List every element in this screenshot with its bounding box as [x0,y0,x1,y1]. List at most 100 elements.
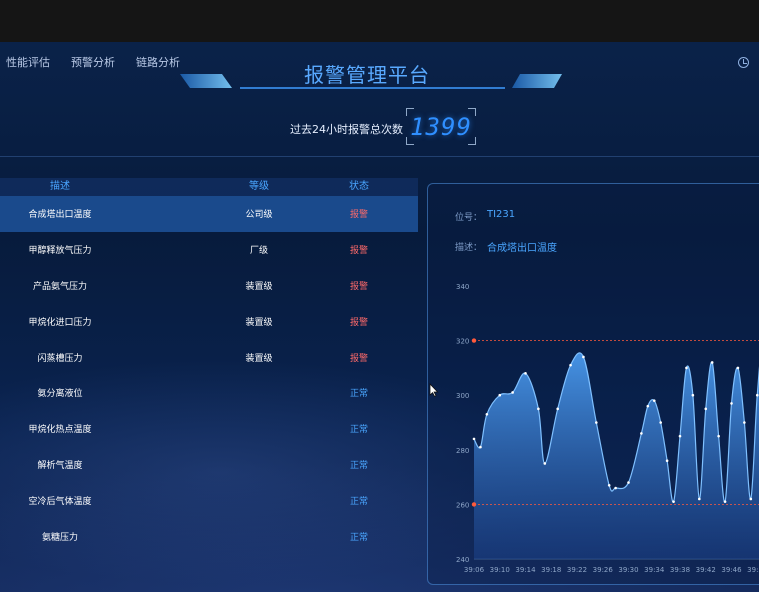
data-point [524,372,527,375]
counter-corner [468,137,476,145]
data-point [472,437,476,441]
table-row[interactable]: 甲烷化热点温度 正常 [0,411,418,447]
detail-panel: 位号： TI231 描述： 合成塔出口温度 340 320 300 280 260 240… [427,183,759,585]
x-tick-label: 39:50 [747,566,759,574]
data-point [743,421,746,424]
data-point [678,434,682,438]
y-tick-label: 260 [456,501,469,509]
row-desc: 氨糖压力 [41,532,78,543]
limit-marker [471,502,477,507]
column-header-status[interactable]: 状态 [334,178,384,196]
section-divider [0,156,759,157]
table-row[interactable]: 甲醇释放气压力 厂级 报警 [0,232,418,268]
row-level: 装置级 [245,317,273,328]
data-point [582,355,585,359]
data-point [614,486,617,490]
data-point [710,361,714,364]
data-point [543,462,547,465]
x-tick-label: 39:30 [618,566,638,574]
row-status-badge: 报警 [349,353,368,364]
series-area [474,353,759,559]
data-point [723,500,727,503]
row-status-badge: 报警 [349,281,368,292]
row-desc: 甲醇释放气压力 [28,246,92,257]
row-status-badge: 正常 [349,425,368,436]
x-tick-label: 39:14 [515,566,536,574]
data-point [627,481,630,484]
row-status-badge: 正常 [349,532,368,543]
data-point [595,421,598,424]
alarm-total-counter: 1399 [406,108,476,145]
counter-corner [406,108,414,116]
data-point [479,445,482,449]
y-tick-label: 340 [456,283,469,291]
data-point [730,402,733,405]
data-point [698,497,701,501]
dashboard-stage: 性能评估 预警分析 链路分析 报警管理平台 过去24小时报警总次数 1399 描… [0,42,759,592]
row-level: 装置级 [245,353,273,364]
counter-corner [468,108,476,116]
y-tick-label: 280 [456,447,469,455]
y-tick-label: 320 [456,338,469,346]
row-status-badge: 正常 [349,496,368,507]
row-status-badge: 报警 [349,246,368,257]
x-tick-label: 39:46 [721,566,742,574]
mouse-cursor-icon [429,383,439,397]
column-header-desc[interactable]: 描述 [0,178,120,196]
row-desc: 甲烷化进口压力 [28,317,92,328]
counter-corner [406,137,414,145]
y-tick-label: 300 [456,392,469,400]
table-row[interactable]: 氨分离液位 正常 [0,375,418,411]
alarm-total-count: 1399 [410,112,472,141]
data-point [685,366,688,370]
table-body: 合成塔出口温度 公司级 报警 甲醇释放气压力 厂级 报警 产品氨气压力 装置级 报警 甲烷化进口压… [0,196,418,554]
data-point [646,404,650,408]
column-header-level[interactable]: 等级 [184,178,334,196]
row-status-badge: 正常 [349,460,368,471]
data-point [556,407,559,411]
data-point [485,413,489,416]
row-desc: 甲烷化热点温度 [28,425,92,436]
table-row[interactable]: 解析气温度 正常 [0,447,418,483]
table-header: 描述 等级 状态 [0,178,418,196]
row-level: 厂级 [249,246,268,257]
table-row[interactable]: 闪蒸槽压力 装置级 报警 [0,339,418,375]
row-desc: 合成塔出口温度 [28,210,92,221]
data-point [749,497,753,501]
browser-topbar [0,0,759,42]
row-desc: 解析气温度 [37,460,83,471]
data-point [704,407,708,411]
alarm-total-label: 过去24小时报警总次数 [290,123,403,136]
row-level: 公司级 [245,210,273,221]
data-point [717,434,720,438]
row-desc: 空冷后气体温度 [28,496,92,507]
x-tick-label: 39:18 [541,566,561,574]
x-tick-label: 39:10 [490,566,510,574]
row-desc: 氨分离液位 [37,389,83,400]
table-row[interactable]: 甲烷化进口压力 装置级 报警 [0,303,418,339]
data-point [659,421,662,424]
data-point [755,393,759,397]
row-desc: 闪蒸槽压力 [37,353,83,364]
x-tick-label: 39:26 [593,566,614,574]
table-row[interactable]: 氨糖压力 正常 [0,518,418,554]
table-row[interactable]: 产品氨气压力 装置级 报警 [0,268,418,304]
data-point [511,391,514,394]
x-tick-label: 39:06 [464,566,485,574]
table-row[interactable]: 合成塔出口温度 公司级 报警 [0,196,418,232]
y-tick-label: 240 [456,556,469,564]
data-point [498,393,502,397]
data-point [640,432,643,435]
data-point [736,366,740,370]
row-desc: 产品氨气压力 [32,281,87,292]
data-point [537,407,540,411]
page-title: 报警管理平台 [304,63,430,87]
trend-chart[interactable]: 340 320 300 280 260 240 39:06 39:10 39:14 39:18 39… [428,184,759,586]
table-row[interactable]: 空冷后气体温度 正常 [0,482,418,518]
x-tick-label: 39:34 [644,566,665,574]
data-point [672,500,675,503]
x-tick-label: 39:22 [567,566,587,574]
data-point [607,483,611,487]
row-status-badge: 报警 [349,317,368,328]
x-tick-label: 39:42 [696,566,716,574]
